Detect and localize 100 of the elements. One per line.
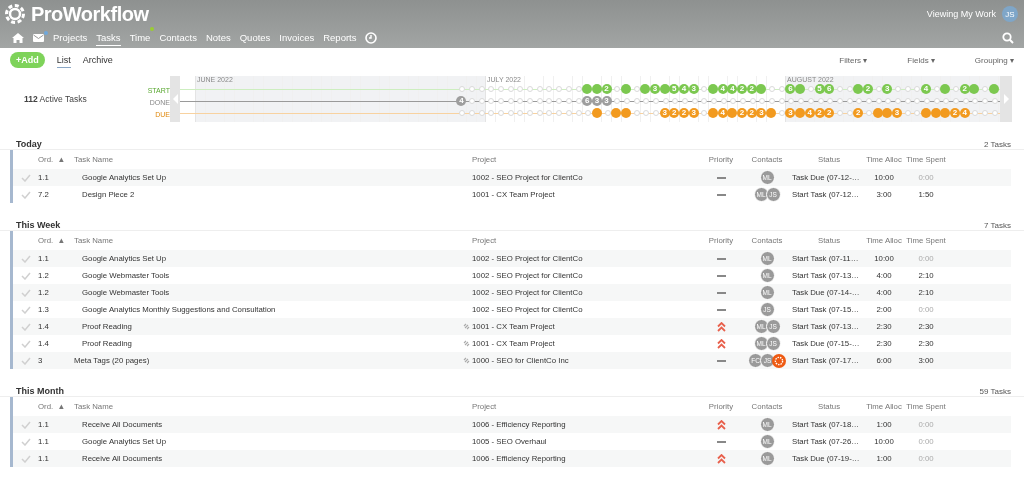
timeline-dot[interactable]	[940, 84, 951, 94]
timeline-dot[interactable]	[872, 108, 883, 118]
view-tab[interactable]: Archive	[82, 52, 113, 68]
timeline-dot[interactable]: 3	[785, 108, 796, 118]
timeline-dot[interactable]	[766, 108, 777, 118]
timeline-dot[interactable]	[988, 84, 999, 94]
timeline-dot[interactable]: 4	[717, 108, 728, 118]
timeline-dot[interactable]: 2	[746, 108, 757, 118]
clock-icon[interactable]	[365, 32, 378, 44]
timeline-dot[interactable]: 6	[582, 96, 593, 106]
nav-tab[interactable]: Notes	[205, 30, 231, 46]
user-avatar[interactable]: JS	[1002, 6, 1018, 22]
app-name: ProWorkflow	[31, 2, 149, 26]
timeline-dot[interactable]: 3	[756, 108, 767, 118]
timeline-dot[interactable]: 5	[814, 84, 825, 94]
mail-icon[interactable]	[33, 34, 44, 42]
checkmark-icon[interactable]	[20, 339, 31, 348]
dropdown-menu[interactable]: Filters ▾	[839, 55, 868, 65]
timeline-dot[interactable]: 4	[959, 108, 970, 118]
checkmark-icon[interactable]	[20, 356, 31, 365]
checkmark-icon[interactable]	[20, 437, 31, 446]
timeline-dot[interactable]	[969, 84, 980, 94]
timeline-dot[interactable]: 2	[737, 84, 748, 94]
nav-tab[interactable]: Time	[129, 30, 151, 46]
timeline-dot[interactable]	[708, 84, 719, 94]
checkmark-icon[interactable]	[20, 322, 31, 331]
nav-tab[interactable]: Quotes	[239, 30, 271, 46]
timeline-dot[interactable]	[659, 84, 670, 94]
timeline-dot[interactable]: 3	[688, 84, 699, 94]
timeline-dot[interactable]	[882, 108, 893, 118]
nav-tab[interactable]: Tasks	[96, 30, 121, 46]
checkmark-icon[interactable]	[20, 173, 31, 182]
timeline-dot[interactable]: 4	[921, 84, 931, 94]
timeline-dot[interactable]: 2	[746, 84, 757, 94]
timeline-dot[interactable]	[727, 108, 738, 118]
dropdown-menu[interactable]: Fields ▾	[907, 55, 935, 65]
timeline-dot[interactable]: 4	[804, 108, 815, 118]
gear-logo-icon	[2, 1, 28, 27]
timeline-dot[interactable]	[853, 84, 864, 94]
timeline-dot[interactable]	[591, 108, 602, 118]
timeline-dot[interactable]	[795, 84, 806, 94]
scroll-left-button[interactable]	[170, 76, 180, 122]
timeline-dot[interactable]: 2	[853, 108, 864, 118]
timeline-dot[interactable]	[795, 108, 806, 118]
scroll-right-button[interactable]	[1000, 76, 1012, 122]
active-tasks-count: 112 Active Tasks	[23, 94, 88, 104]
nav-tab[interactable]: Invoices	[279, 30, 315, 46]
checkmark-icon[interactable]	[20, 254, 31, 263]
search-icon[interactable]	[1002, 32, 1014, 44]
timeline-dot[interactable]	[611, 108, 622, 118]
timeline-dot[interactable]: 4	[717, 84, 728, 94]
checkmark-icon[interactable]	[20, 305, 31, 314]
timeline-dot[interactable]: 3	[649, 84, 660, 94]
timeline-dot[interactable]: 6	[785, 84, 796, 94]
timeline-dot[interactable]: 4	[727, 84, 738, 94]
timeline-dot[interactable]: 3	[659, 108, 670, 118]
timeline-dot[interactable]	[756, 84, 767, 94]
timeline-dot[interactable]: 2	[679, 108, 689, 118]
timeline-dot[interactable]: 3	[591, 96, 602, 106]
nav-tab[interactable]: Contacts	[159, 30, 197, 46]
timeline-dot[interactable]	[640, 84, 651, 94]
timeline-dot[interactable]: 2	[814, 108, 825, 118]
timeline-dot[interactable]: 3	[891, 108, 902, 118]
timeline-dot[interactable]: 4	[456, 96, 467, 106]
timeline-dot[interactable]: 2	[737, 108, 748, 118]
timeline-dot[interactable]	[921, 108, 931, 118]
add-button[interactable]: +Add	[10, 52, 45, 68]
timeline-dot[interactable]: 3	[882, 84, 893, 94]
timeline-dot[interactable]: 2	[824, 108, 835, 118]
checkmark-icon[interactable]	[20, 288, 31, 297]
home-icon[interactable]	[12, 33, 24, 43]
checkmark-icon[interactable]	[20, 454, 31, 463]
timeline-dot[interactable]: 3	[688, 108, 699, 118]
timeline-dot[interactable]	[620, 108, 631, 118]
view-tab[interactable]: List	[56, 52, 71, 68]
timeline-dot[interactable]: 2	[862, 84, 873, 94]
timeline-dot[interactable]: 2	[950, 108, 961, 118]
checkmark-icon[interactable]	[20, 420, 31, 429]
viewing-label[interactable]: Viewing My Work	[926, 9, 996, 19]
timeline-dot[interactable]	[620, 84, 631, 94]
timeline-dot[interactable]: 6	[824, 84, 835, 94]
timeline-dot[interactable]: 3	[601, 96, 612, 106]
timeline-dot[interactable]: 2	[959, 84, 970, 94]
timeline-dot[interactable]: 4	[679, 84, 689, 94]
checkmark-icon[interactable]	[20, 190, 31, 199]
nav-tab[interactable]: Reports	[323, 30, 357, 46]
nav-tab[interactable]: Projects	[53, 30, 88, 46]
timeline-dot[interactable]	[582, 84, 593, 94]
dropdown-menu[interactable]: Grouping ▾	[974, 55, 1014, 65]
timeline-dot[interactable]	[708, 108, 719, 118]
company-logo-icon[interactable]	[772, 353, 786, 368]
section-title: This Week	[16, 220, 61, 230]
timeline-dot[interactable]	[940, 108, 951, 118]
timeline-dot[interactable]	[930, 108, 941, 118]
checkmark-icon[interactable]	[20, 271, 31, 280]
timeline-dot[interactable]: 5	[669, 84, 680, 94]
timeline-dot[interactable]: 2	[669, 108, 680, 118]
timeline-dot[interactable]: 2	[601, 84, 612, 94]
task-count: 7 Tasks	[984, 221, 1011, 230]
timeline-dot[interactable]	[591, 84, 602, 94]
